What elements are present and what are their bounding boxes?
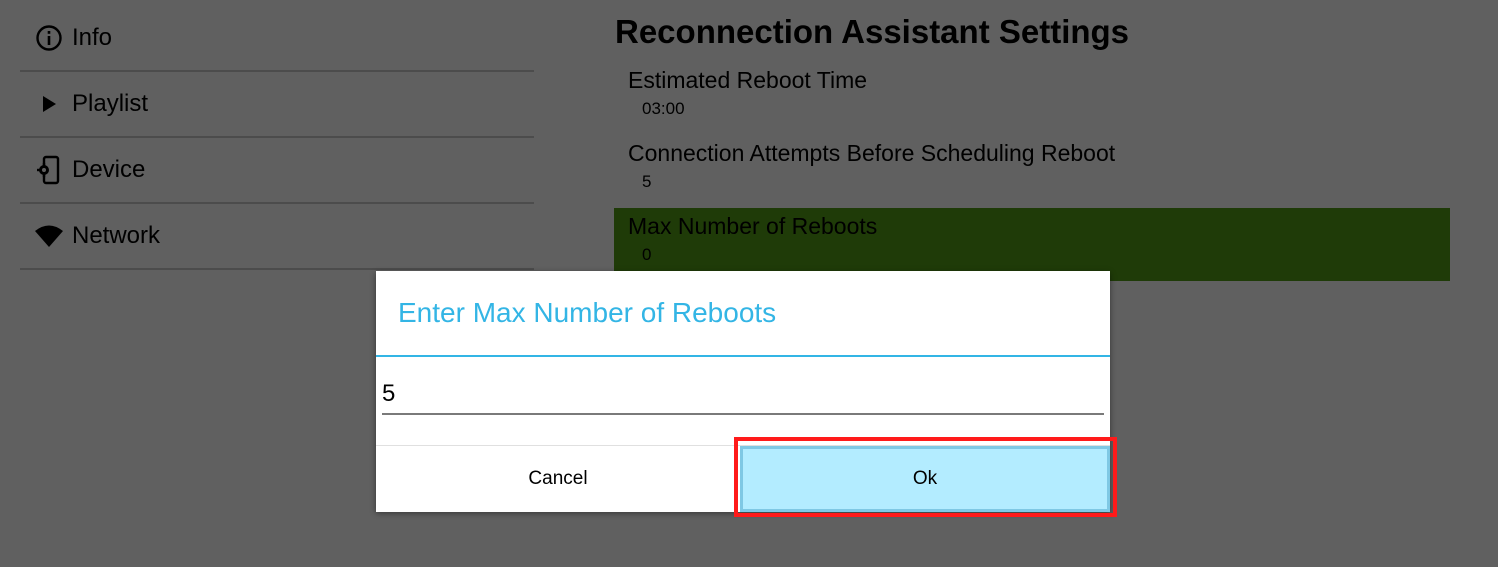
- setting-value: 5: [642, 172, 652, 191]
- device-settings-icon: [34, 155, 64, 185]
- sidebar-item-info[interactable]: Info: [20, 6, 534, 72]
- info-icon: [34, 23, 64, 53]
- max-reboots-input[interactable]: [382, 371, 1104, 415]
- cancel-button[interactable]: Cancel: [376, 446, 740, 512]
- sidebar-item-label: Network: [72, 222, 161, 249]
- page-title: Reconnection Assistant Settings: [615, 13, 1130, 50]
- setting-connection-attempts[interactable]: Connection Attempts Before Scheduling Re…: [614, 135, 1450, 208]
- setting-estimated-reboot-time[interactable]: Estimated Reboot Time 03:00: [614, 62, 1450, 135]
- sidebar-item-label: Device: [72, 156, 146, 183]
- dialog-title: Enter Max Number of Reboots: [376, 271, 1110, 357]
- setting-title: Estimated Reboot Time: [628, 67, 868, 93]
- play-icon: [34, 89, 64, 119]
- sidebar: Info Playlist Device Network: [20, 6, 534, 270]
- sidebar-item-network[interactable]: Network: [20, 204, 534, 270]
- ok-button[interactable]: Ok: [740, 446, 1110, 512]
- setting-value: 03:00: [642, 99, 685, 118]
- dialog-button-bar: Cancel Ok: [376, 445, 1110, 512]
- setting-value: 0: [642, 245, 652, 264]
- sidebar-item-label: Info: [72, 24, 113, 51]
- setting-title: Max Number of Reboots: [628, 213, 878, 239]
- max-reboots-dialog: Enter Max Number of Reboots Cancel Ok: [376, 271, 1110, 512]
- sidebar-item-playlist[interactable]: Playlist: [20, 72, 534, 138]
- sidebar-item-label: Playlist: [72, 90, 149, 117]
- setting-title: Connection Attempts Before Scheduling Re…: [628, 140, 1116, 166]
- sidebar-item-device[interactable]: Device: [20, 138, 534, 204]
- wifi-icon: [34, 221, 64, 251]
- settings-panel: Reconnection Assistant Settings Estimate…: [614, 12, 1450, 281]
